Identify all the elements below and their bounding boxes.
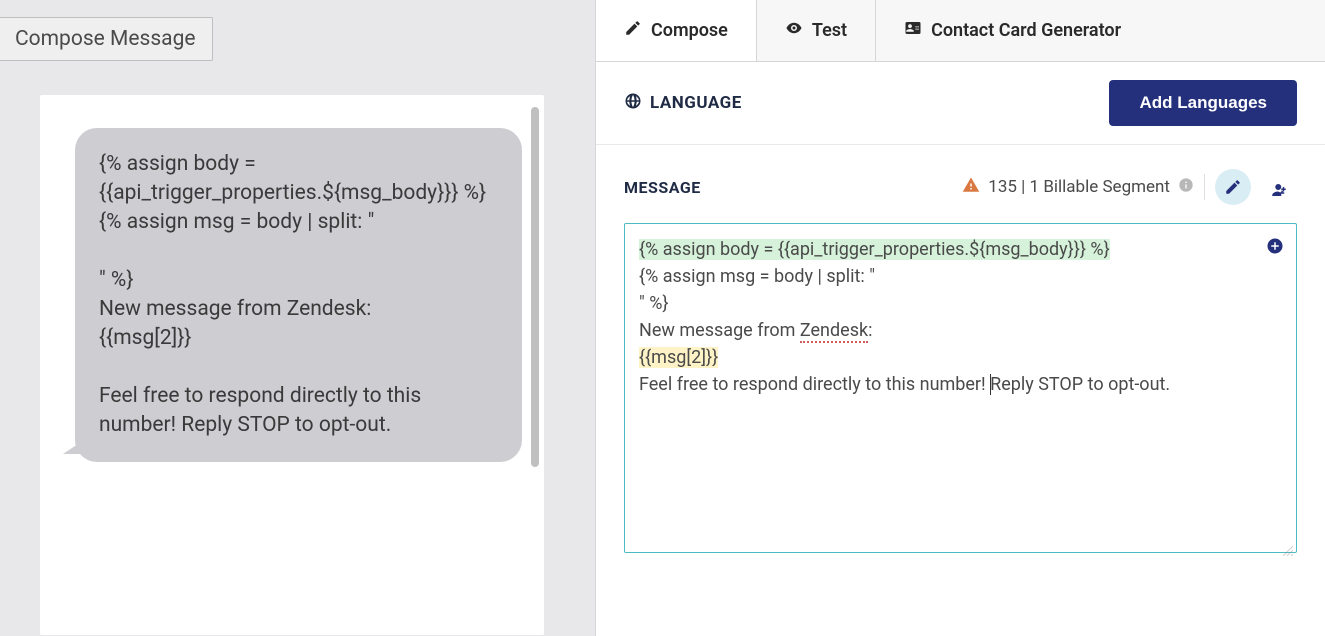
- warning-icon: [962, 176, 980, 199]
- tabs-bar: Compose Test Contact Card Generator: [596, 0, 1325, 62]
- tab-test[interactable]: Test: [757, 0, 876, 61]
- pencil-icon: [624, 19, 642, 42]
- segment-text: 135 | 1 Billable Segment: [988, 177, 1170, 197]
- language-label: LANGUAGE: [624, 92, 742, 115]
- editor-line-8: Feel free to respond directly to this nu…: [639, 371, 1282, 398]
- add-languages-button[interactable]: Add Languages: [1109, 80, 1297, 126]
- sms-preview-bubble: {% assign body = {{api_trigger_propertie…: [75, 128, 522, 462]
- preview-panel: Compose Message {% assign body = {{api_t…: [0, 0, 595, 636]
- scrollbar[interactable]: [531, 107, 539, 467]
- info-icon[interactable]: [1178, 177, 1194, 198]
- tab-compose[interactable]: Compose: [596, 0, 757, 61]
- editor-line-5: New message from Zendesk:: [639, 317, 1282, 344]
- contact-card-icon: [904, 19, 922, 42]
- language-row: LANGUAGE Add Languages: [596, 62, 1325, 145]
- editor-line-6: {{msg[2]}}: [639, 347, 718, 368]
- message-section: MESSAGE 135 | 1 Billable Segment: [596, 145, 1325, 553]
- segment-info: 135 | 1 Billable Segment: [962, 176, 1194, 199]
- globe-icon: [624, 92, 642, 115]
- tab-contact-card[interactable]: Contact Card Generator: [876, 0, 1149, 61]
- edit-tool-button[interactable]: [1215, 169, 1251, 205]
- editor-line-2: {% assign msg = body | split: ": [639, 263, 1282, 290]
- resize-handle[interactable]: [1281, 537, 1293, 549]
- compose-message-tab[interactable]: Compose Message: [0, 17, 213, 61]
- tab-compose-label: Compose: [651, 20, 728, 41]
- preview-card: {% assign body = {{api_trigger_propertie…: [40, 95, 544, 635]
- personalize-tool-button[interactable]: [1261, 169, 1297, 205]
- eye-icon: [785, 19, 803, 42]
- message-header: MESSAGE 135 | 1 Billable Segment: [624, 169, 1297, 205]
- message-editor[interactable]: {% assign body = {{api_trigger_propertie…: [624, 223, 1297, 553]
- plus-circle-icon[interactable]: [1266, 236, 1284, 254]
- message-title: MESSAGE: [624, 178, 701, 197]
- tab-test-label: Test: [812, 20, 847, 41]
- language-label-text: LANGUAGE: [650, 93, 742, 113]
- tab-contact-card-label: Contact Card Generator: [931, 20, 1121, 41]
- editor-line-4: " %}: [639, 290, 1282, 317]
- editor-panel: Compose Test Contact Card Generator: [595, 0, 1325, 636]
- divider: [1204, 174, 1205, 200]
- message-meta: 135 | 1 Billable Segment: [962, 169, 1297, 205]
- editor-line-1: {% assign body = {{api_trigger_propertie…: [639, 239, 1110, 260]
